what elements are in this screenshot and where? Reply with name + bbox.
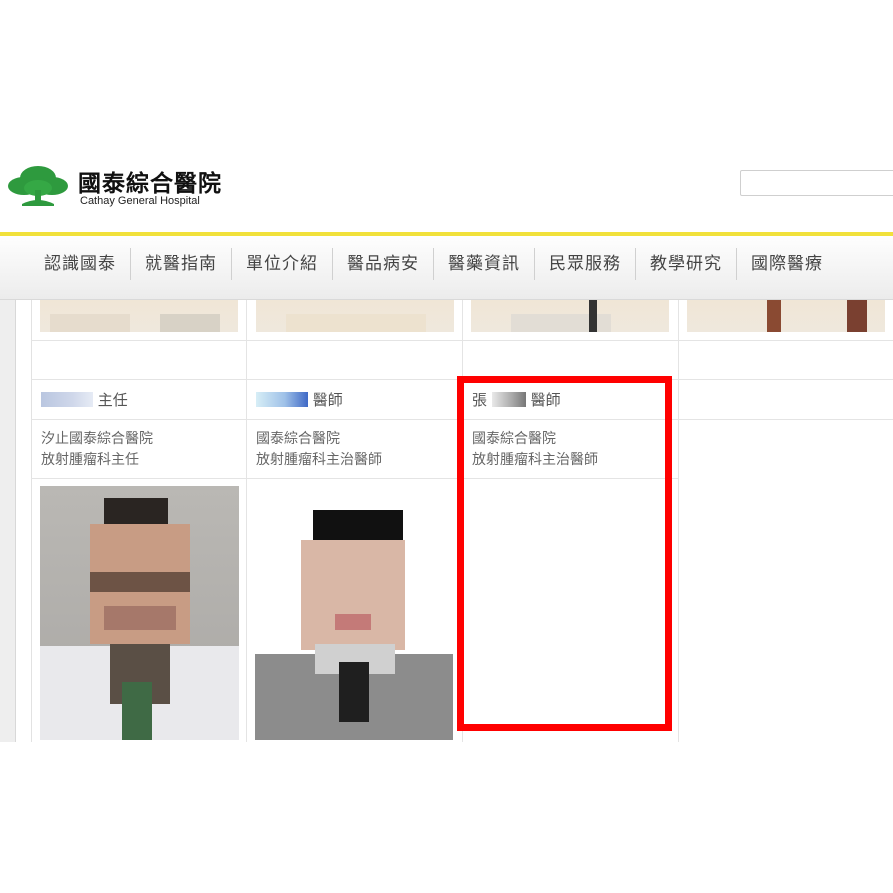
doctor-photo-cropped[interactable] — [471, 300, 669, 332]
nav-item-visit-guide[interactable]: 就醫指南 — [130, 248, 231, 280]
highlight-box — [457, 376, 672, 731]
main-navigation: 認識國泰 就醫指南 單位介紹 醫品病安 醫藥資訊 民眾服務 教學研究 國際醫療 — [0, 236, 893, 300]
logo-title-zh[interactable]: 國泰綜合醫院 — [78, 164, 222, 198]
nav-item-medical-info[interactable]: 醫藥資訊 — [433, 248, 534, 280]
doctor-affiliation: 汐止國泰綜合醫院 — [41, 431, 153, 447]
doctor-photo-cropped[interactable] — [40, 300, 238, 332]
logo-title-en[interactable]: Cathay General Hospital — [80, 195, 200, 207]
nav-item-quality-safety[interactable]: 醫品病安 — [332, 248, 433, 280]
doctor-title-suffix: 主任 — [97, 391, 128, 409]
doctor-portrait[interactable] — [255, 486, 453, 740]
doctor-position: 放射腫瘤科主治醫師 — [256, 452, 382, 468]
redacted-name — [41, 392, 93, 407]
doctor-position: 放射腫瘤科主任 — [41, 452, 139, 468]
nav-item-departments[interactable]: 單位介紹 — [231, 248, 332, 280]
doctor-portrait[interactable] — [40, 486, 239, 740]
site-header: 國泰綜合醫院 Cathay General Hospital — [0, 150, 893, 234]
redacted-name — [256, 392, 308, 407]
nav-item-international[interactable]: 國際醫療 — [736, 248, 837, 280]
nav-item-about[interactable]: 認識國泰 — [30, 248, 130, 280]
doctor-info: 汐止國泰綜合醫院 放射腫瘤科主任 — [41, 429, 153, 471]
doctor-info: 國泰綜合醫院 放射腫瘤科主治醫師 — [256, 429, 382, 471]
nav-item-teaching-research[interactable]: 教學研究 — [635, 248, 736, 280]
doctor-grid: 主任 汐止國泰綜合醫院 放射腫瘤科主任 醫師 國泰綜合醫院 放射腫瘤科主治醫師 … — [0, 300, 893, 742]
cathay-tree-logo-icon[interactable] — [8, 162, 68, 210]
doctor-photo-cropped[interactable] — [687, 300, 885, 332]
nav-item-public-services[interactable]: 民眾服務 — [534, 248, 635, 280]
doctor-name[interactable]: 醫師 — [256, 389, 343, 410]
left-rail — [0, 300, 16, 742]
doctor-affiliation: 國泰綜合醫院 — [256, 431, 340, 447]
doctor-title-suffix: 醫師 — [312, 391, 343, 409]
search-input[interactable] — [740, 170, 893, 196]
doctor-photo-cropped[interactable] — [256, 300, 454, 332]
doctor-name[interactable]: 主任 — [41, 389, 128, 410]
